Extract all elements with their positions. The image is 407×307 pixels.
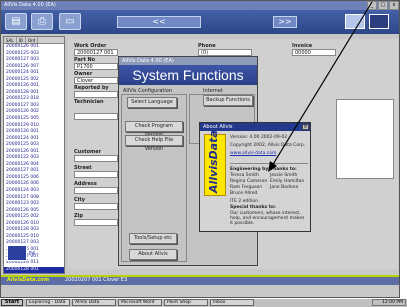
annotation-arrow: [268, 1, 373, 172]
arrow-head: [268, 161, 277, 172]
screen: AllVis Data 4.00 (EA) _ □ x ▤ ⎙ ▭ << >> …: [0, 0, 407, 307]
arrow-line: [271, 1, 373, 167]
